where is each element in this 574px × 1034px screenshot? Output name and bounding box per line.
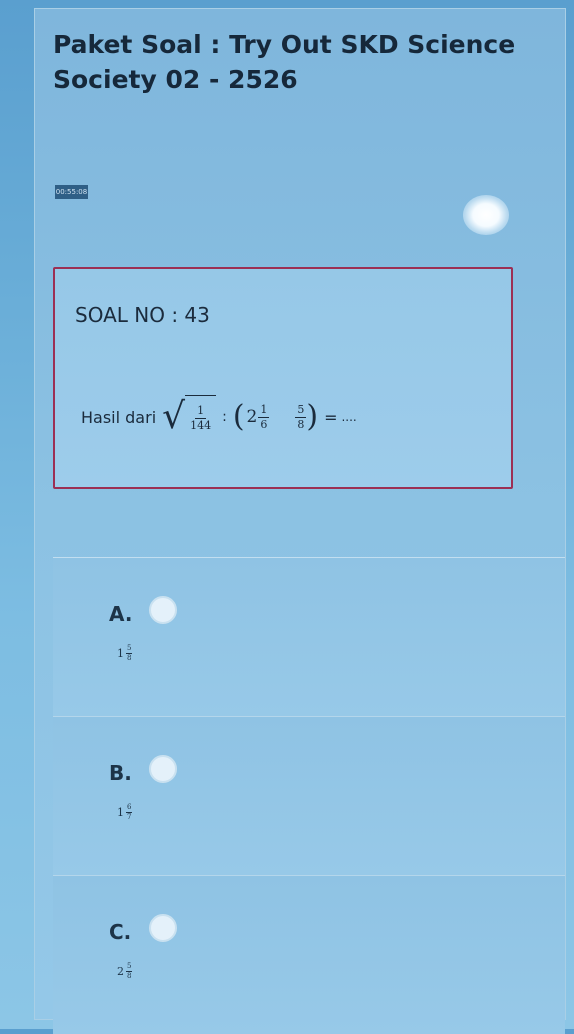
mixed-fraction: 1 6 xyxy=(258,402,270,432)
second-numerator: 5 xyxy=(295,402,307,418)
question-text: Hasil dari √ 1 144 : ( 2 1 6 5 8) = ...… xyxy=(81,389,357,445)
second-fraction: 5 8 xyxy=(295,402,307,432)
open-paren: ( xyxy=(232,399,245,434)
option-c[interactable]: C. 2 5 8 xyxy=(53,875,565,1034)
option-a[interactable]: A. 1 5 8 xyxy=(53,557,565,716)
minus-operator xyxy=(275,409,289,425)
screen-glare xyxy=(463,195,509,235)
option-numerator: 5 xyxy=(126,644,133,654)
option-value: 1 6 7 xyxy=(117,803,133,822)
option-numerator: 6 xyxy=(126,803,133,813)
mixed-whole: 2 xyxy=(246,407,258,427)
option-denominator: 8 xyxy=(127,972,132,980)
option-a-radio[interactable] xyxy=(149,596,177,624)
page-title: Paket Soal : Try Out SKD Science Society… xyxy=(53,30,516,94)
option-denominator: 7 xyxy=(127,813,132,821)
question-prefix: Hasil dari xyxy=(81,407,157,427)
division-operator: : xyxy=(222,409,227,425)
sqrt-fraction: 1 144 xyxy=(188,404,213,433)
mixed-denominator: 6 xyxy=(260,417,268,431)
question-number: SOAL NO : 43 xyxy=(75,303,210,327)
option-numerator: 5 xyxy=(126,962,133,972)
option-letter: B. xyxy=(109,761,132,785)
equals-sign: = xyxy=(324,407,338,427)
radical-sign: √ xyxy=(162,396,186,437)
square-root: √ 1 144 xyxy=(162,395,217,439)
close-paren: ) xyxy=(306,399,319,434)
option-b-radio[interactable] xyxy=(149,755,177,783)
answer-options: A. 1 5 8 B. 1 6 7 C. 2 5 8 xyxy=(53,557,565,1034)
radicand: 1 144 xyxy=(185,395,217,439)
timer-badge: 00:55:08 xyxy=(55,185,88,199)
option-whole: 2 xyxy=(117,965,124,978)
option-denominator: 8 xyxy=(127,654,132,662)
option-fraction: 5 8 xyxy=(125,962,133,981)
option-value: 1 5 8 xyxy=(117,644,133,663)
option-whole: 1 xyxy=(117,806,124,819)
answer-blank: .... xyxy=(341,410,357,424)
second-denominator: 8 xyxy=(297,417,305,431)
sqrt-denominator: 144 xyxy=(190,419,212,432)
option-fraction: 6 7 xyxy=(125,803,133,822)
option-b[interactable]: B. 1 6 7 xyxy=(53,716,565,875)
option-letter: C. xyxy=(109,920,132,944)
option-whole: 1 xyxy=(117,647,124,660)
option-value: 2 5 8 xyxy=(117,962,133,981)
sqrt-numerator: 1 xyxy=(195,404,207,419)
mixed-numerator: 1 xyxy=(258,402,270,418)
question-panel: Paket Soal : Try Out SKD Science Society… xyxy=(34,8,566,1034)
question-card: SOAL NO : 43 Hasil dari √ 1 144 : ( 2 1 … xyxy=(53,267,513,489)
option-fraction: 5 8 xyxy=(125,644,133,663)
option-letter: A. xyxy=(109,602,133,626)
option-c-radio[interactable] xyxy=(149,914,177,942)
